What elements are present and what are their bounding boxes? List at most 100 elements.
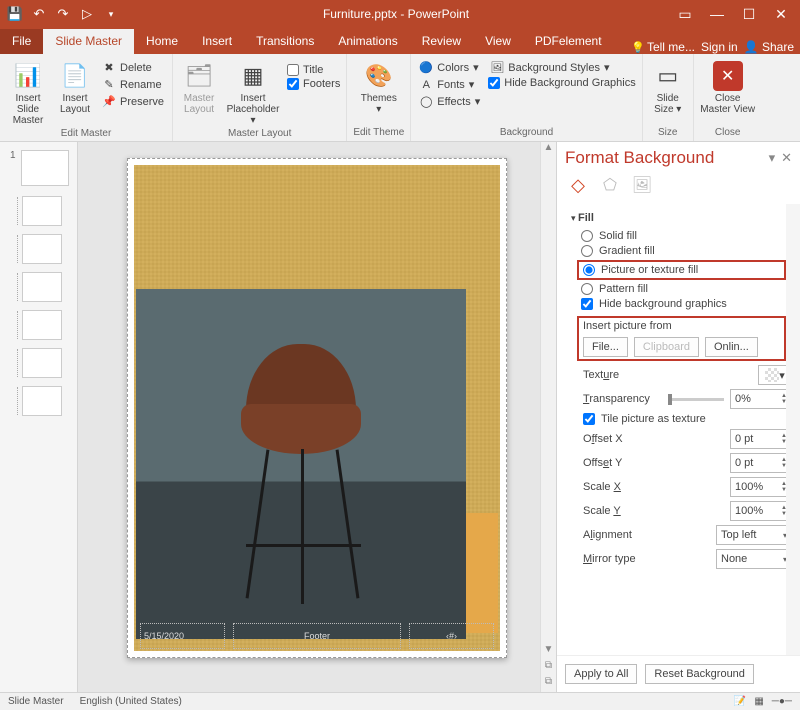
online-button[interactable]: Onlin...	[705, 337, 758, 357]
tell-me-search[interactable]: Tell me...	[631, 40, 695, 54]
footers-checkbox[interactable]: Footers	[287, 78, 340, 90]
themes-icon: 🎨	[363, 60, 395, 92]
tab-view[interactable]: View	[473, 29, 523, 54]
ribbon-options-icon[interactable]: ▭	[670, 6, 700, 23]
picture-texture-fill-radio[interactable]: Picture or texture fill	[583, 264, 780, 276]
slide-canvas[interactable]: 5/15/2020 Footer ‹#› ▲ ▼ ⧉ ⧉	[78, 142, 556, 692]
master-layout-icon: 🗂	[183, 60, 215, 92]
tab-insert[interactable]: Insert	[190, 29, 244, 54]
slide-number-placeholder[interactable]: ‹#›	[409, 623, 494, 649]
status-language[interactable]: English (United States)	[80, 696, 182, 707]
canvas-scrollbar[interactable]: ▲ ▼ ⧉ ⧉	[540, 142, 556, 692]
scale-x-spinner[interactable]: 100%▲▼	[730, 477, 792, 497]
offset-y-label: Offset Y	[583, 457, 724, 469]
workspace: 1 5/15/2020 Footer ‹#›	[0, 142, 800, 692]
group-label-close: Close	[715, 125, 741, 141]
transparency-slider[interactable]	[668, 398, 724, 401]
offset-x-spinner[interactable]: 0 pt▲▼	[730, 429, 792, 449]
alignment-combo[interactable]: Top left	[716, 525, 792, 545]
notes-button[interactable]: 📝	[734, 696, 746, 707]
layout-thumbnail[interactable]	[22, 234, 62, 264]
title-checkbox[interactable]: Title	[287, 64, 340, 76]
rename-button[interactable]: ✎Rename	[100, 77, 166, 92]
maximize-icon[interactable]: ☐	[734, 6, 764, 23]
insert-placeholder-icon: ▦	[237, 60, 269, 92]
ribbon-tabs: File Slide Master Home Insert Transition…	[0, 28, 800, 54]
themes-button[interactable]: 🎨 Themes▾	[356, 56, 402, 115]
normal-view-icon[interactable]: ▦	[754, 696, 763, 707]
sign-in-link[interactable]: Sign in	[701, 40, 738, 54]
undo-icon[interactable]: ↶	[28, 3, 50, 25]
thumbnail-panel[interactable]: 1	[0, 142, 78, 692]
insert-slide-master-button[interactable]: 📊 Insert Slide Master	[6, 56, 50, 126]
slide[interactable]: 5/15/2020 Footer ‹#›	[127, 158, 507, 658]
pattern-fill-radio[interactable]: Pattern fill	[581, 283, 792, 295]
master-thumbnail[interactable]	[21, 150, 69, 186]
layout-thumbnail[interactable]	[22, 386, 62, 416]
tab-transitions[interactable]: Transitions	[244, 29, 326, 54]
apply-to-all-button[interactable]: Apply to All	[565, 664, 637, 684]
hide-bg-graphics-checkbox[interactable]: Hide Background Graphics	[488, 77, 635, 89]
texture-label: Texture	[583, 369, 752, 381]
slide-size-button[interactable]: ▭ Slide Size ▾	[649, 56, 687, 115]
title-bar: 💾 ↶ ↷ ▷ ▾ Furniture.pptx - PowerPoint ▭ …	[0, 0, 800, 28]
tab-review[interactable]: Review	[410, 29, 473, 54]
effects-button[interactable]: ◯Effects ▾	[417, 94, 482, 109]
picture-tab-icon[interactable]: 🖼	[631, 174, 653, 196]
background-styles-button[interactable]: 🖼Background Styles ▾	[488, 60, 635, 75]
tab-file[interactable]: File	[0, 29, 43, 54]
group-label-background: Background	[500, 125, 553, 141]
layout-thumbnail-selected[interactable]	[22, 196, 62, 226]
layout-thumbnail[interactable]	[22, 272, 62, 302]
colors-button[interactable]: 🔵Colors ▾	[417, 60, 482, 75]
tile-checkbox[interactable]: Tile picture as texture	[583, 413, 792, 425]
tab-slide-master[interactable]: Slide Master	[43, 29, 134, 54]
file-button[interactable]: File...	[583, 337, 628, 357]
insert-picture-from-label: Insert picture from	[583, 320, 780, 332]
share-button[interactable]: 👤 Share	[744, 40, 794, 54]
status-view: Slide Master	[8, 696, 64, 707]
transparency-spinner[interactable]: 0%▲▼	[730, 389, 792, 409]
insert-layout-button[interactable]: 📄 Insert Layout	[56, 56, 94, 115]
save-icon[interactable]: 💾	[4, 3, 26, 25]
insert-layout-icon: 📄	[59, 60, 91, 92]
tab-animations[interactable]: Animations	[326, 29, 409, 54]
pane-dropdown-icon[interactable]: ▾	[769, 150, 776, 166]
minimize-icon[interactable]: —	[702, 6, 732, 23]
date-placeholder[interactable]: 5/15/2020	[140, 623, 225, 649]
layout-thumbnail[interactable]	[22, 348, 62, 378]
solid-fill-radio[interactable]: Solid fill	[581, 230, 792, 242]
preserve-button[interactable]: 📌Preserve	[100, 94, 166, 109]
offset-y-spinner[interactable]: 0 pt▲▼	[730, 453, 792, 473]
pane-close-icon[interactable]: ✕	[781, 150, 792, 166]
fill-section-header[interactable]: Fill	[571, 212, 792, 224]
scale-y-spinner[interactable]: 100%▲▼	[730, 501, 792, 521]
slide-size-icon: ▭	[652, 60, 684, 92]
start-from-beginning-icon[interactable]: ▷	[76, 3, 98, 25]
reset-background-button[interactable]: Reset Background	[645, 664, 754, 684]
close-window-icon[interactable]: ✕	[766, 6, 796, 23]
hide-bg-graphics-check[interactable]: Hide background graphics	[581, 298, 792, 310]
qat-dropdown-icon[interactable]: ▾	[100, 3, 122, 25]
redo-icon[interactable]: ↷	[52, 3, 74, 25]
insert-placeholder-button[interactable]: ▦ Insert Placeholder ▾	[225, 56, 281, 126]
scale-y-label: Scale Y	[583, 505, 724, 517]
tab-pdfelement[interactable]: PDFelement	[523, 29, 614, 54]
effects-tab-icon[interactable]: ⬠	[599, 174, 621, 196]
zoom-slider[interactable]: ─●─	[772, 696, 792, 707]
group-label-master-layout: Master Layout	[228, 126, 291, 142]
pane-scrollbar[interactable]	[786, 204, 800, 655]
fonts-button[interactable]: AFonts ▾	[417, 77, 482, 92]
footer-placeholder[interactable]: Footer	[233, 623, 401, 649]
close-master-view-button[interactable]: ✕ Close Master View	[700, 56, 756, 115]
fill-tab-icon[interactable]: ◇	[567, 174, 589, 196]
fonts-icon: A	[419, 79, 433, 91]
preserve-icon: 📌	[102, 95, 116, 108]
offset-x-label: Offset X	[583, 433, 724, 445]
delete-button[interactable]: ✖Delete	[100, 60, 166, 75]
gradient-fill-radio[interactable]: Gradient fill	[581, 245, 792, 257]
tab-home[interactable]: Home	[134, 29, 190, 54]
mirror-combo[interactable]: None	[716, 549, 792, 569]
layout-thumbnail[interactable]	[22, 310, 62, 340]
alignment-label: Alignment	[583, 529, 710, 541]
